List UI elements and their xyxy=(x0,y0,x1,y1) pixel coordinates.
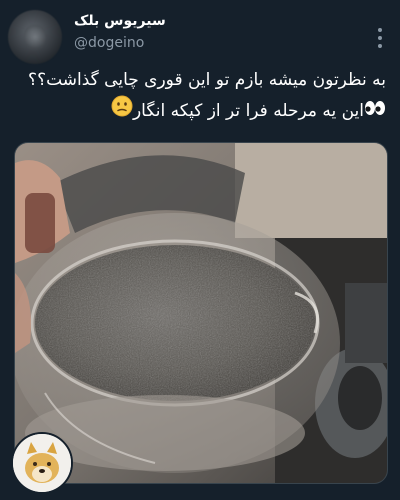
tweet-text-line-2: این یه مرحله فرا تر از کپکه انگار xyxy=(14,95,386,127)
doge-face-icon xyxy=(13,434,71,492)
doge-avatar[interactable] xyxy=(11,432,73,494)
tweet-text: به نظرتون میشه بازم تو این قوری چایی گذا… xyxy=(14,66,386,127)
display-name[interactable]: سیریوس بلک xyxy=(74,13,166,29)
eyes-emoji-icon xyxy=(364,97,386,126)
tweet-text-content-2: این یه مرحله فرا تر از کپکه انگار xyxy=(132,101,364,121)
more-options-icon[interactable] xyxy=(378,28,382,48)
user-avatar[interactable] xyxy=(8,10,62,64)
tweet-text-line-1: به نظرتون میشه بازم تو این قوری چایی گذا… xyxy=(14,66,386,95)
tweet-header: سیریوس بلک @dogeino xyxy=(0,10,400,66)
tweet-media-image[interactable] xyxy=(14,142,388,484)
user-handle[interactable]: @dogeino xyxy=(74,35,144,51)
moldy-teapot-photo xyxy=(15,143,387,483)
tweet-text-content-1: به نظرتون میشه بازم تو این قوری چایی گذا… xyxy=(28,70,386,90)
sick-face-emoji-icon xyxy=(111,95,133,127)
